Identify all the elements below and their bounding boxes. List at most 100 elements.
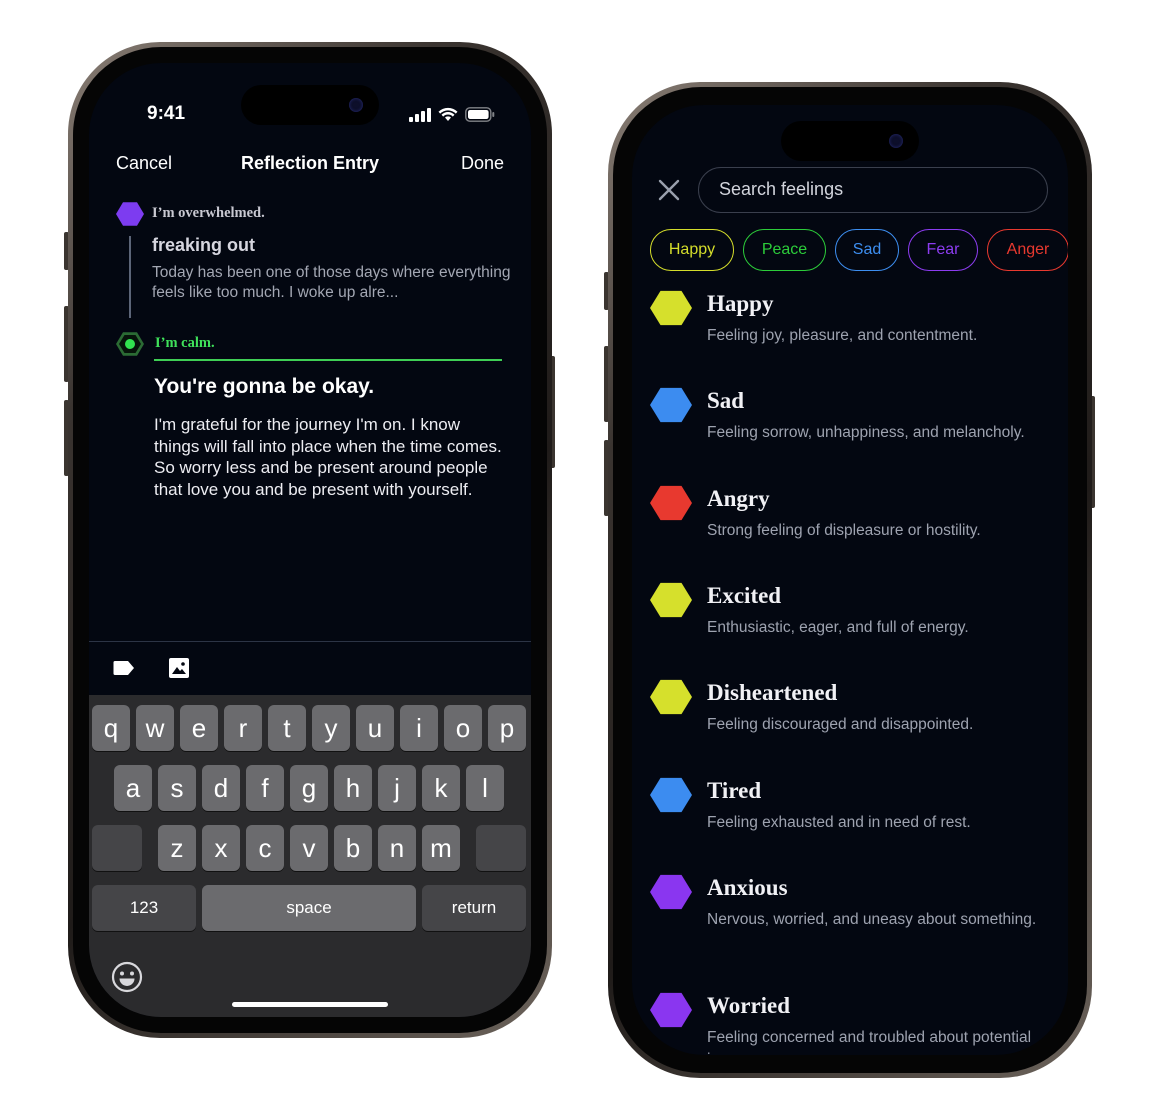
key-j[interactable]: j [378,765,416,811]
emoji-icon[interactable] [111,961,143,998]
key-d[interactable]: d [202,765,240,811]
feeling-name: Happy [707,291,774,316]
image-icon[interactable] [169,658,189,683]
chip-fear[interactable]: Fear [908,229,978,271]
key-q[interactable]: q [92,705,130,751]
search-input[interactable] [719,179,999,200]
key-y[interactable]: y [312,705,350,751]
tag-icon[interactable] [113,660,135,681]
key-p[interactable]: p [488,705,526,751]
feeling-item-anxious[interactable]: Anxious Nervous, worried, and uneasy abou… [650,871,1058,961]
return-key[interactable]: return [422,885,526,931]
close-icon[interactable] [658,179,680,206]
key-v[interactable]: v [290,825,328,871]
feeling-description: Feeling joy, pleasure, and contentment. [707,327,978,344]
entry-body-input[interactable]: I'm grateful for the journey I'm on. I k… [154,414,504,500]
feeling-label: I’m overwhelmed. [152,205,265,221]
phone-right: HappyPeaceSadFearAnger HappyFeeling joy,… [608,82,1092,1078]
key-f[interactable]: f [246,765,284,811]
key-r[interactable]: r [224,705,262,751]
key-k[interactable]: k [422,765,460,811]
feeling-description: Feeling sorrow, unhappiness, and melanch… [707,424,1025,441]
feeling-item-happy[interactable]: Happy Feeling joy, pleasure, and contentm… [650,287,1058,377]
key-h[interactable]: h [334,765,372,811]
hexagon-icon [650,777,692,813]
feeling-item-disheartened[interactable]: Disheartened Feeling discouraged and disa… [650,676,1058,766]
key-a[interactable]: a [114,765,152,811]
feeling-description: Nervous, worried, and uneasy about somet… [707,911,1037,928]
hexagon-target-icon [116,331,144,357]
key-s[interactable]: s [158,765,196,811]
chip-happy[interactable]: Happy [650,229,734,271]
entry-subject-input[interactable]: You're gonna be okay. [154,375,374,399]
done-button[interactable]: Done [461,153,504,174]
feeling-item-sad[interactable]: Sad Feeling sorrow, unhappiness, and mela… [650,384,1058,474]
search-field [698,167,1048,213]
feeling-description: Strong feeling of displeasure or hostili… [707,522,981,539]
category-chips: Happy Peace Sad Fear Anger [650,229,1068,271]
nav-bar: Cancel Reflection Entry Done [89,153,531,183]
status-bar: 9:41 [89,103,531,131]
hexagon-icon [650,387,692,423]
hexagon-icon [650,679,692,715]
feeling-description: Feeling exhausted and in need of rest. [707,814,971,831]
entry-preview: Today has been one of those days where e… [152,264,511,301]
chip-sad[interactable]: Sad [835,229,899,271]
key-g[interactable]: g [290,765,328,811]
key-u[interactable]: u [356,705,394,751]
feeling-underline [154,359,502,361]
feeling-name: Disheartened [707,680,838,705]
feeling-item-angry[interactable]: Angry Strong feeling of displeasure or ho… [650,482,1058,572]
dynamic-island [781,121,919,161]
feeling-description: Feeling concerned and troubled about pot… [707,1029,1032,1055]
shift-key[interactable] [92,825,142,871]
key-o[interactable]: o [444,705,482,751]
editor-toolbar [89,641,531,695]
key-b[interactable]: b [334,825,372,871]
battery-icon [465,107,495,127]
thread-line [129,236,131,318]
chip-anger[interactable]: Anger [987,229,1068,271]
key-x[interactable]: x [202,825,240,871]
reflection-entry-screen: 9:41 Cancel Reflection Entry Done I’m ov… [89,63,531,1017]
key-w[interactable]: w [136,705,174,751]
key-c[interactable]: c [246,825,284,871]
hexagon-icon [650,874,692,910]
hexagon-icon [650,992,692,1028]
feeling-name: Angry [707,486,770,511]
status-time: 9:41 [147,103,186,124]
feeling-item-worried[interactable]: Worried Feeling concerned and troubled ab… [650,989,1058,1055]
keyboard: qwertyuiop asdfghjkl zxcvbnm 123 space r… [89,695,531,1017]
key-z[interactable]: z [158,825,196,871]
wifi-icon [438,107,458,127]
space-key[interactable]: space [202,885,416,931]
feelings-picker-screen: HappyPeaceSadFearAnger HappyFeeling joy,… [632,105,1068,1055]
chip-peace[interactable]: Peace [743,229,826,271]
numbers-key[interactable]: 123 [92,885,196,931]
feeling-item-excited[interactable]: Excited Enthusiastic, eager, and full of … [650,579,1058,669]
hexagon-icon [650,290,692,326]
feeling-description: Feeling discouraged and disappointed. [707,716,974,733]
feeling-label-selected[interactable]: I’m calm. [155,335,215,352]
key-t[interactable]: t [268,705,306,751]
feeling-name: Worried [707,993,791,1018]
cellular-signal-icon [409,107,431,127]
phone-left: 9:41 Cancel Reflection Entry Done I’m ov… [68,42,552,1038]
feeling-name: Sad [707,388,745,413]
key-i[interactable]: i [400,705,438,751]
feeling-description: Enthusiastic, eager, and full of energy. [707,619,969,636]
hexagon-icon [650,485,692,521]
entry-subject: freaking out [152,235,256,255]
feeling-name: Excited [707,583,782,608]
delete-key[interactable] [476,825,526,871]
key-n[interactable]: n [378,825,416,871]
key-l[interactable]: l [466,765,504,811]
feeling-name: Anxious [707,875,788,900]
feeling-name: Tired [707,778,762,803]
key-e[interactable]: e [180,705,218,751]
key-m[interactable]: m [422,825,460,871]
feeling-item-tired[interactable]: Tired Feeling exhausted and in need of re… [650,774,1058,864]
hexagon-icon [650,582,692,618]
search-row [632,167,1068,213]
hexagon-feeling-icon [116,202,144,226]
